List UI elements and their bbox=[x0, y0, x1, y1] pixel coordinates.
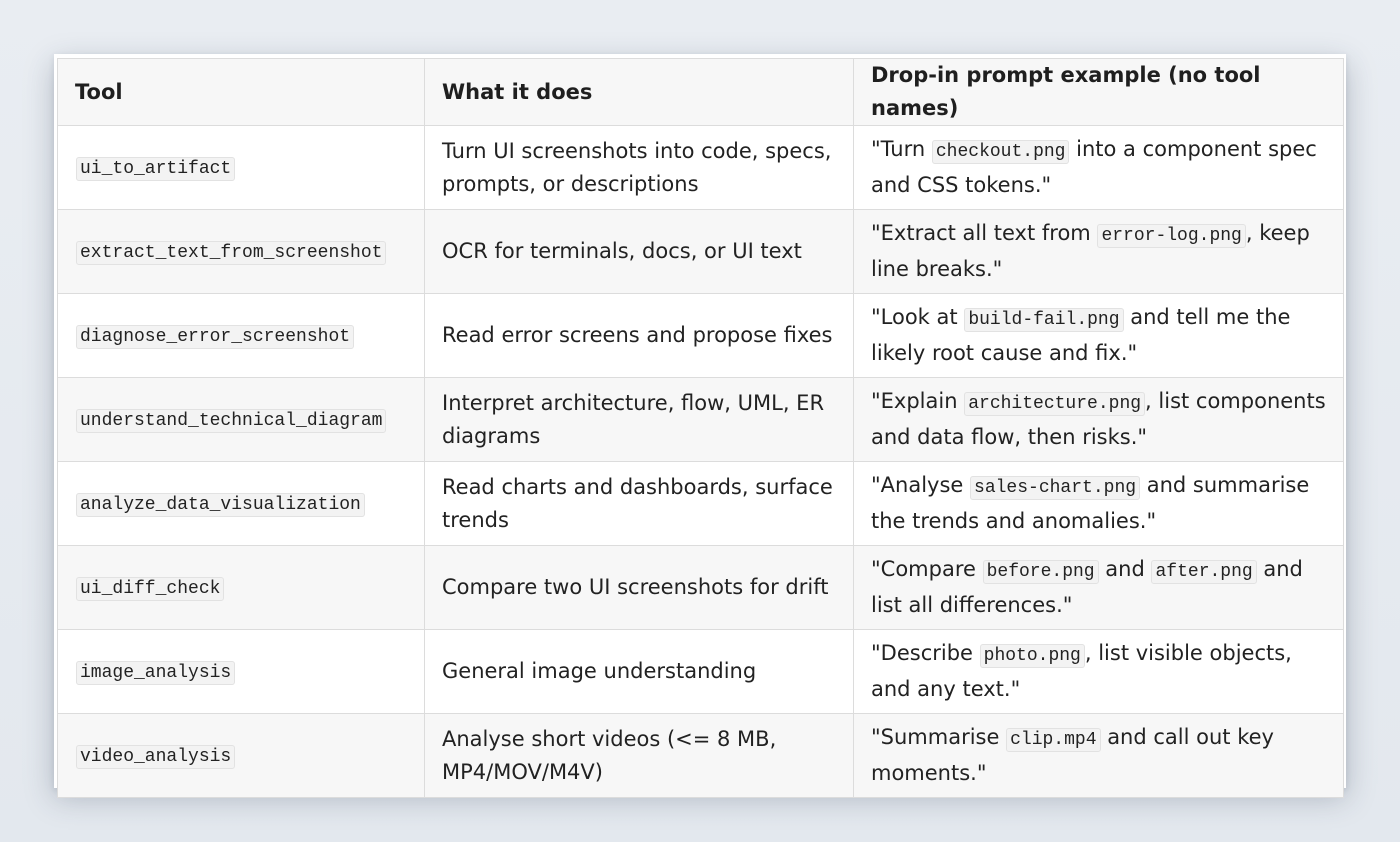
tool-cell: analyze_data_visualization bbox=[57, 461, 425, 546]
table-row: diagnose_error_screenshot Read error scr… bbox=[57, 293, 1344, 378]
tool-cell: image_analysis bbox=[57, 629, 425, 714]
prompt-cell: "Describe photo.png, list visible object… bbox=[853, 629, 1344, 714]
prompt-text: "Describe bbox=[871, 641, 980, 665]
table-row: understand_technical_diagram Interpret a… bbox=[57, 377, 1344, 462]
table-row: video_analysis Analyse short videos (<= … bbox=[57, 713, 1344, 798]
table-row: ui_diff_check Compare two UI screenshots… bbox=[57, 545, 1344, 630]
prompt-cell: "Analyse sales-chart.png and summarise t… bbox=[853, 461, 1344, 546]
tool-name: image_analysis bbox=[76, 660, 236, 685]
prompt-text: "Turn bbox=[871, 137, 932, 161]
file-name: error-log.png bbox=[1097, 224, 1246, 248]
prompt-cell: "Look at build-fail.png and tell me the … bbox=[853, 293, 1344, 378]
file-name: photo.png bbox=[979, 644, 1085, 668]
file-name: before.png bbox=[982, 560, 1099, 584]
description-cell: Analyse short videos (<= 8 MB, MP4/MOV/M… bbox=[424, 713, 854, 798]
prompt-cell: "Summarise clip.mp4 and call out key mom… bbox=[853, 713, 1344, 798]
header-prompt-example: Drop-in prompt example (no tool names) bbox=[853, 58, 1344, 126]
description-cell: Read charts and dashboards, surface tren… bbox=[424, 461, 854, 546]
table-row: extract_text_from_screenshot OCR for ter… bbox=[57, 209, 1344, 294]
table-card: Tool What it does Drop-in prompt example… bbox=[54, 54, 1346, 798]
prompt-cell: "Compare before.png and after.png and li… bbox=[853, 545, 1344, 630]
tool-cell: video_analysis bbox=[57, 713, 425, 798]
prompt-text: "Extract all text from bbox=[871, 221, 1098, 245]
file-name: after.png bbox=[1151, 560, 1257, 584]
description-cell: OCR for terminals, docs, or UI text bbox=[424, 209, 854, 294]
prompt-text: "Summarise bbox=[871, 725, 1007, 749]
tool-cell: ui_to_artifact bbox=[57, 125, 425, 210]
tool-cell: understand_technical_diagram bbox=[57, 377, 425, 462]
tool-name: diagnose_error_screenshot bbox=[76, 324, 355, 349]
header-tool: Tool bbox=[57, 58, 425, 126]
tool-cell: extract_text_from_screenshot bbox=[57, 209, 425, 294]
prompt-cell: "Explain architecture.png, list componen… bbox=[853, 377, 1344, 462]
header-what-it-does: What it does bbox=[424, 58, 854, 126]
table-row: ui_to_artifact Turn UI screenshots into … bbox=[57, 125, 1344, 210]
file-name: clip.mp4 bbox=[1006, 728, 1101, 752]
tool-name: ui_diff_check bbox=[76, 576, 225, 601]
table-row: analyze_data_visualization Read charts a… bbox=[57, 461, 1344, 546]
description-cell: Compare two UI screenshots for drift bbox=[424, 545, 854, 630]
tool-name: video_analysis bbox=[76, 744, 236, 769]
tool-cell: diagnose_error_screenshot bbox=[57, 293, 425, 378]
table-header-row: Tool What it does Drop-in prompt example… bbox=[57, 58, 1344, 126]
prompt-cell: "Extract all text from error-log.png, ke… bbox=[853, 209, 1344, 294]
prompt-cell: "Turn checkout.png into a component spec… bbox=[853, 125, 1344, 210]
file-name: architecture.png bbox=[964, 392, 1146, 416]
prompt-text: "Look at bbox=[871, 305, 965, 329]
tools-table: Tool What it does Drop-in prompt example… bbox=[57, 58, 1344, 798]
tool-name: extract_text_from_screenshot bbox=[76, 240, 387, 265]
prompt-text: "Analyse bbox=[871, 473, 971, 497]
tool-name: analyze_data_visualization bbox=[76, 492, 365, 517]
description-cell: Read error screens and propose fixes bbox=[424, 293, 854, 378]
tool-name: ui_to_artifact bbox=[76, 156, 236, 181]
tool-cell: ui_diff_check bbox=[57, 545, 425, 630]
prompt-text: and bbox=[1098, 557, 1152, 581]
tool-name: understand_technical_diagram bbox=[76, 408, 387, 433]
table-row: image_analysis General image understandi… bbox=[57, 629, 1344, 714]
prompt-text: "Compare bbox=[871, 557, 983, 581]
file-name: build-fail.png bbox=[964, 308, 1124, 332]
file-name: checkout.png bbox=[931, 140, 1070, 164]
description-cell: Turn UI screenshots into code, specs, pr… bbox=[424, 125, 854, 210]
description-cell: Interpret architecture, flow, UML, ER di… bbox=[424, 377, 854, 462]
file-name: sales-chart.png bbox=[970, 476, 1141, 500]
prompt-text: "Explain bbox=[871, 389, 965, 413]
description-cell: General image understanding bbox=[424, 629, 854, 714]
